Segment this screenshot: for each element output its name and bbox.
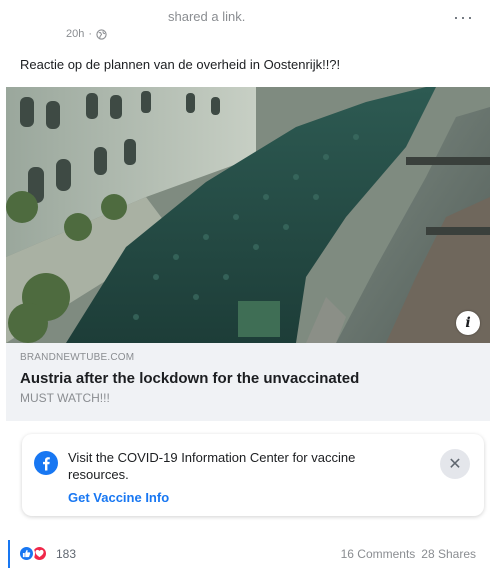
post-caption: Reactie op de plannen van de overheid in… xyxy=(20,57,341,72)
info-button[interactable]: i xyxy=(456,311,480,335)
comments-count-link[interactable]: 16 Comments xyxy=(341,547,416,561)
shared-link-text: shared a link. xyxy=(168,9,246,24)
post-timestamp[interactable]: 20h xyxy=(66,28,84,40)
reaction-count: 183 xyxy=(56,546,77,561)
get-vaccine-info-link[interactable]: Get Vaccine Info xyxy=(68,490,169,505)
link-subtitle: MUST WATCH!!! xyxy=(20,391,110,405)
reactions-summary[interactable]: 183 xyxy=(18,545,76,562)
covid-info-notice: Visit the COVID-19 Information Center fo… xyxy=(22,434,484,516)
thumbs-up-icon xyxy=(18,545,35,562)
more-options-button[interactable]: ··· xyxy=(453,8,474,26)
close-button[interactable]: ✕ xyxy=(440,449,470,479)
notice-text: Visit the COVID-19 Information Center fo… xyxy=(68,450,356,482)
shares-count-link[interactable]: 28 Shares xyxy=(421,547,476,561)
facebook-icon xyxy=(34,451,58,475)
globe-icon xyxy=(96,28,107,40)
footer-divider xyxy=(8,540,10,568)
link-preview-details[interactable]: BRANDNEWTUBE.COM Austria after the lockd… xyxy=(6,343,490,421)
link-title: Austria after the lockdown for the unvac… xyxy=(20,370,360,387)
link-domain: BRANDNEWTUBE.COM xyxy=(20,352,135,363)
post-meta: 20h · xyxy=(66,28,107,40)
engagement-bar: 183 16 Comments 28 Shares xyxy=(0,538,490,572)
crowd-street-photo xyxy=(6,87,490,343)
comment-share-counts: 16 Comments 28 Shares xyxy=(341,547,476,561)
close-icon: ✕ xyxy=(448,456,462,473)
link-preview-image[interactable]: i xyxy=(6,87,490,343)
